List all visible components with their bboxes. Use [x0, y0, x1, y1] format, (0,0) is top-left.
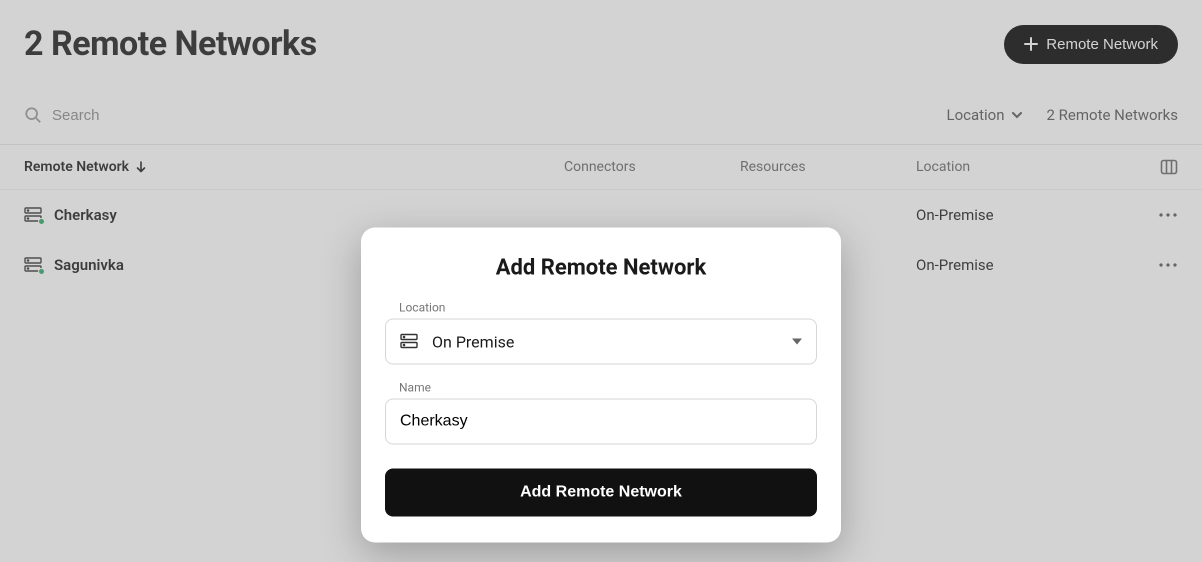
column-header-location[interactable]: Location	[916, 159, 1138, 175]
server-icon	[24, 207, 42, 223]
column-header-resources[interactable]: Resources	[740, 159, 916, 175]
network-count-label: 2 Remote Networks	[1047, 106, 1178, 124]
network-name: Cherkasy	[54, 206, 117, 224]
server-icon	[24, 257, 42, 273]
location-select[interactable]: On Premise	[385, 319, 817, 365]
columns-icon[interactable]	[1160, 158, 1178, 176]
more-icon[interactable]	[1158, 212, 1178, 218]
add-button-label: Remote Network	[1046, 36, 1158, 53]
search-icon	[24, 106, 42, 124]
modal-title: Add Remote Network	[385, 256, 817, 281]
name-field-label: Name	[385, 381, 817, 395]
column-header-connectors[interactable]: Connectors	[564, 159, 740, 175]
more-icon[interactable]	[1158, 262, 1178, 268]
network-name: Sagunivka	[54, 256, 124, 274]
location-field-label: Location	[385, 301, 817, 315]
submit-add-network-button[interactable]: Add Remote Network	[385, 469, 817, 517]
location-select-value: On Premise	[432, 332, 514, 351]
chevron-down-icon	[1011, 109, 1023, 121]
page-title: 2 Remote Networks	[24, 24, 317, 64]
search-input[interactable]	[52, 107, 352, 124]
add-remote-network-button[interactable]: Remote Network	[1004, 25, 1178, 64]
network-location: On-Premise	[916, 206, 1138, 224]
name-input[interactable]	[400, 413, 802, 431]
sort-down-icon	[135, 161, 147, 173]
network-location: On-Premise	[916, 256, 1138, 274]
location-filter[interactable]: Location	[946, 106, 1022, 124]
server-icon	[400, 334, 418, 350]
dropdown-caret-icon	[792, 339, 802, 345]
add-network-modal: Add Remote Network Location On Premise N…	[361, 228, 841, 543]
location-filter-label: Location	[946, 106, 1004, 124]
column-header-name[interactable]: Remote Network	[24, 159, 564, 175]
plus-icon	[1024, 37, 1038, 51]
